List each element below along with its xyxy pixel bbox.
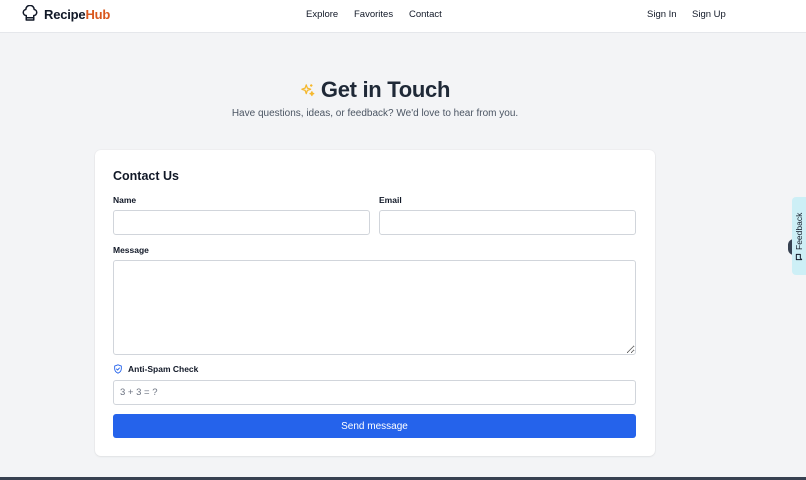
sign-in-link[interactable]: Sign In xyxy=(647,9,677,20)
brand-name-part2: Hub xyxy=(85,6,111,22)
name-input[interactable] xyxy=(113,210,370,235)
sign-up-link[interactable]: Sign Up xyxy=(692,9,726,20)
send-message-button[interactable]: Send message xyxy=(113,414,636,438)
page-subtitle: Have questions, ideas, or feedback? We'd… xyxy=(231,108,519,119)
top-navbar: RecipeHub Explore Favorites Contact Sign… xyxy=(0,0,806,33)
message-textarea[interactable] xyxy=(113,260,636,355)
feedback-label: Feedback xyxy=(794,212,804,250)
email-input[interactable] xyxy=(379,210,636,235)
contact-form-card: Contact Us Name Email Message Anti-Spam … xyxy=(95,150,655,456)
feedback-tab[interactable]: Feedback xyxy=(792,197,806,275)
message-label: Message xyxy=(113,245,149,255)
name-label: Name xyxy=(113,195,137,205)
page-title: Get in Touch xyxy=(320,77,451,102)
feedback-tab-content: Feedback xyxy=(793,183,805,261)
brand-name-part1: Recipe xyxy=(44,6,86,22)
sparkles-icon xyxy=(301,83,315,96)
nav-favorites-link[interactable]: Favorites xyxy=(354,9,393,20)
antispam-label-row: Anti-Spam Check xyxy=(113,364,198,374)
nav-contact-link[interactable]: Contact xyxy=(409,9,442,20)
antispam-input[interactable] xyxy=(113,380,636,405)
form-title: Contact Us xyxy=(113,169,179,183)
brand-name: RecipeHub xyxy=(44,7,110,22)
chef-hat-icon xyxy=(22,5,38,21)
message-icon xyxy=(795,253,803,261)
email-label: Email xyxy=(379,195,402,205)
hero-heading: Get in Touch xyxy=(0,77,750,103)
shield-check-icon xyxy=(114,364,122,374)
nav-explore-link[interactable]: Explore xyxy=(306,9,338,20)
brand-logo[interactable]: RecipeHub xyxy=(21,5,110,23)
antispam-label: Anti-Spam Check xyxy=(128,364,199,374)
